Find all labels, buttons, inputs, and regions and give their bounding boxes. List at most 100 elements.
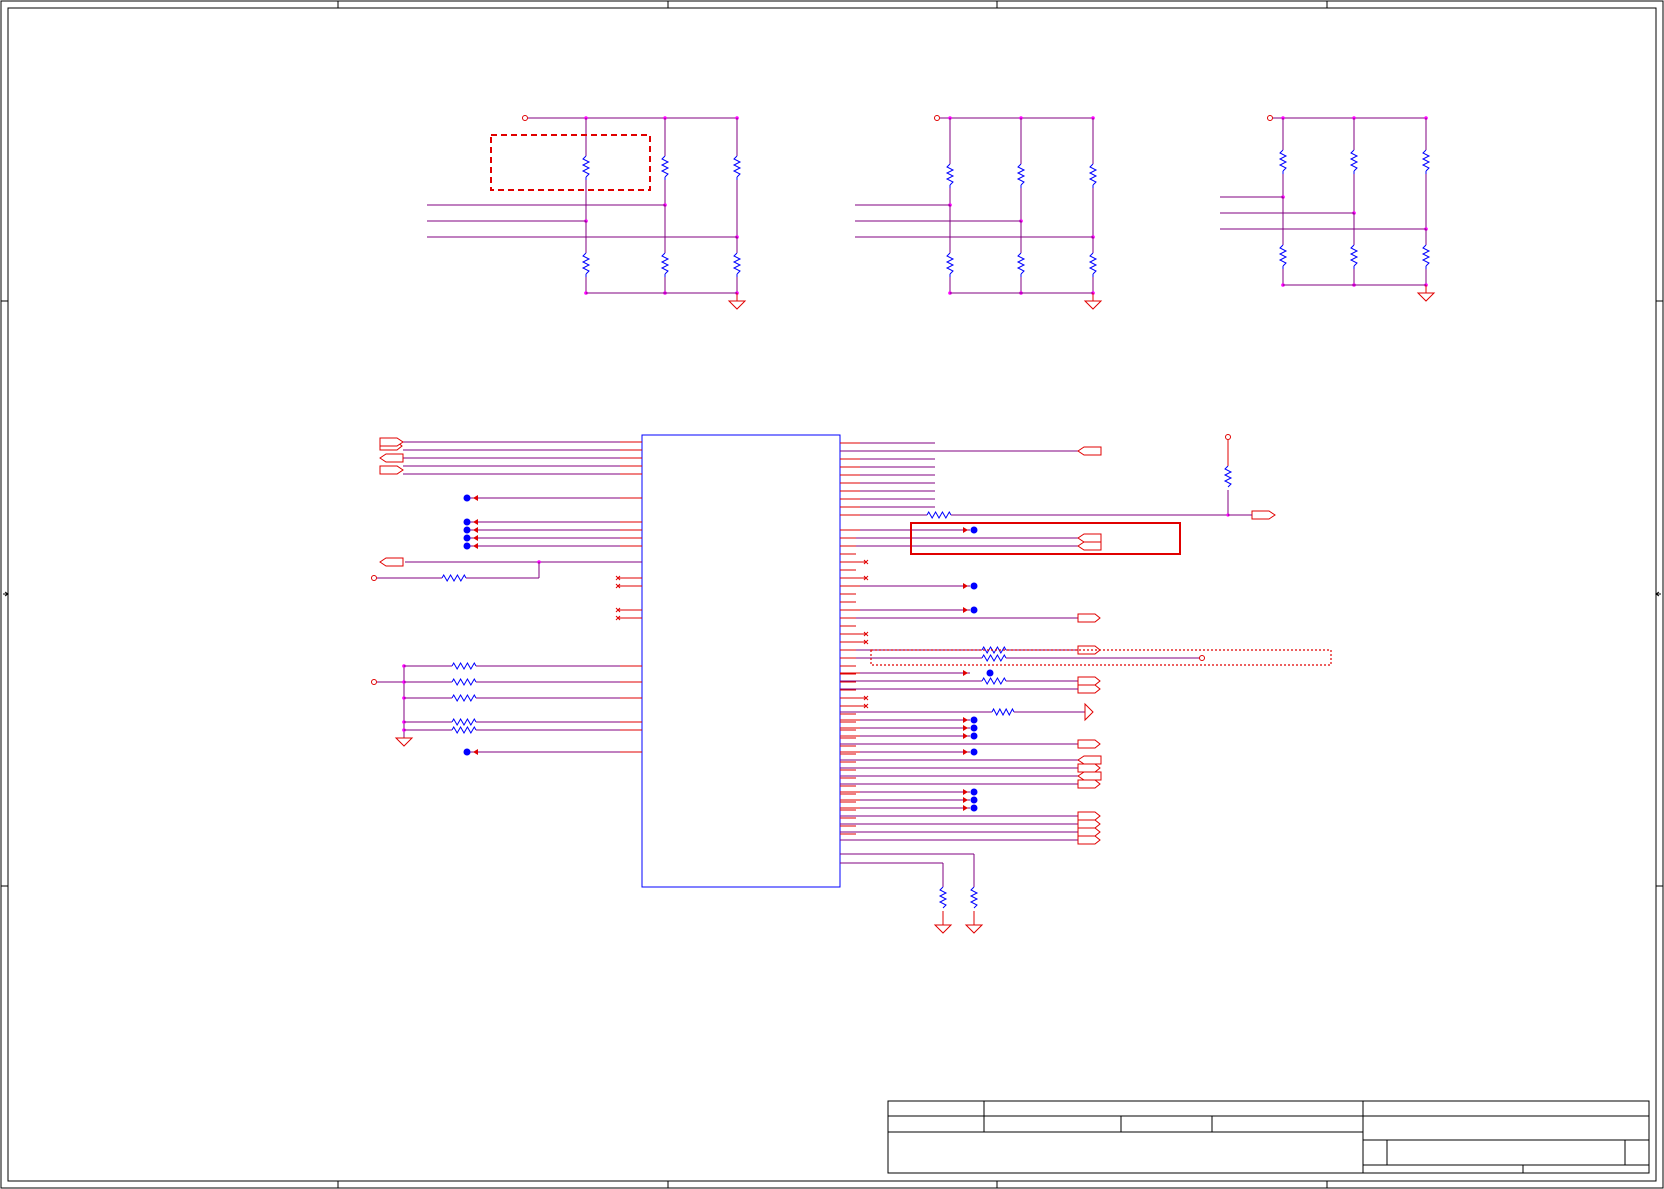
pin-arrow [963, 725, 968, 731]
resistor [581, 155, 591, 180]
ground-symbol [727, 300, 747, 310]
net-port [1077, 446, 1102, 456]
test-point [463, 494, 471, 502]
net-port [1077, 613, 1101, 623]
pin-arrow [473, 535, 478, 541]
resistor [451, 661, 477, 671]
output-port-right [1251, 510, 1276, 520]
net-port [1077, 739, 1101, 749]
resistor [441, 573, 467, 583]
resistor [926, 510, 952, 520]
test-point [463, 526, 471, 534]
net-port [1077, 541, 1102, 551]
resistor [451, 677, 477, 687]
title-block [887, 1100, 1650, 1174]
net-port [1077, 811, 1101, 821]
test-point [970, 788, 978, 796]
power-terminal [522, 115, 528, 121]
resistor [981, 645, 1007, 655]
net-port [1077, 755, 1102, 765]
pin-arrow [963, 607, 968, 613]
schematic-canvas [0, 0, 1664, 1189]
net-port [379, 453, 404, 463]
resistor [1349, 149, 1359, 174]
resistor [1088, 163, 1098, 188]
net-port [1077, 684, 1101, 694]
resistor-network-2 [855, 115, 1103, 310]
resistor [1088, 252, 1098, 277]
power-terminal [934, 115, 940, 121]
power-terminal [1199, 655, 1205, 661]
test-point [970, 732, 978, 740]
test-point [970, 804, 978, 812]
net-port [1077, 533, 1102, 543]
ic-pulldowns [840, 853, 984, 934]
resistor [981, 676, 1007, 686]
resistor-network-3 [1220, 115, 1436, 302]
pin-arrow [963, 789, 968, 795]
net-port [379, 465, 404, 475]
resistor [451, 717, 477, 727]
resistor [1278, 244, 1288, 269]
ground-symbol [933, 924, 953, 934]
test-point [970, 724, 978, 732]
test-point [986, 669, 994, 677]
pin-arrow [963, 805, 968, 811]
pin-arrow [963, 670, 968, 676]
resistor-network-1 [427, 115, 747, 310]
resistor [1016, 252, 1026, 277]
pin-arrow [473, 749, 478, 755]
main-ic-body [641, 434, 841, 888]
pin-arrow [963, 749, 968, 755]
ground-symbol [964, 924, 984, 934]
net-port [1077, 835, 1101, 845]
test-point [970, 526, 978, 534]
pin-arrow [473, 519, 478, 525]
net-port [1077, 763, 1101, 773]
test-point [463, 518, 471, 526]
test-point [463, 542, 471, 550]
highlight-dashed-box [490, 134, 651, 191]
resistor [732, 252, 742, 277]
resistor [981, 653, 1007, 663]
resistor [451, 693, 477, 703]
test-point [970, 748, 978, 756]
resistor [1421, 244, 1431, 269]
net-port [379, 557, 404, 567]
pin-arrow [473, 527, 478, 533]
resistor [451, 725, 477, 735]
resistor [660, 155, 670, 180]
test-point [970, 582, 978, 590]
pin-arrow [963, 733, 968, 739]
ground-symbol [1083, 300, 1103, 310]
pin-arrow [473, 495, 478, 501]
net-port [1077, 819, 1101, 829]
net-port [1077, 676, 1101, 686]
test-point [463, 534, 471, 542]
resistor [1349, 244, 1359, 269]
pin-arrow [963, 797, 968, 803]
ic-left-pins [371, 437, 642, 756]
resistor [991, 707, 1015, 717]
resistor [945, 252, 955, 277]
resistor [1421, 149, 1431, 174]
power-terminal [1267, 115, 1273, 121]
resistor [732, 155, 742, 180]
resistor [1016, 163, 1026, 188]
pin-arrow [963, 583, 968, 589]
test-point [970, 716, 978, 724]
sheet-border [0, 0, 1664, 1189]
test-point [970, 606, 978, 614]
pullup-resistor-right [1223, 434, 1276, 520]
power-terminal [371, 679, 377, 685]
resistor [581, 252, 591, 277]
test-point [463, 748, 471, 756]
pin-arrow [473, 543, 478, 549]
ground-symbol [1416, 292, 1436, 302]
net-port [1077, 827, 1101, 837]
ic-right-pins [840, 442, 1228, 845]
power-terminal [371, 575, 377, 581]
net-port [379, 437, 404, 447]
pin-arrow [963, 527, 968, 533]
resistor [1278, 149, 1288, 174]
